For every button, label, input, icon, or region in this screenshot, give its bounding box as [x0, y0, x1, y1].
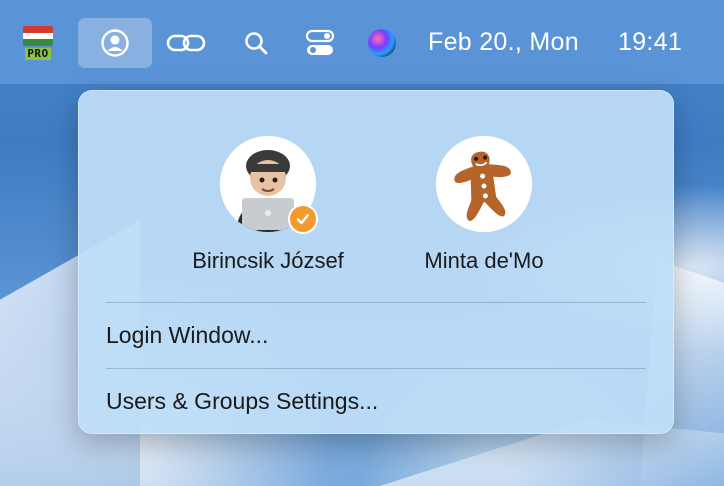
search-icon	[245, 32, 268, 55]
menu-divider	[106, 368, 646, 369]
fast-user-switching-button[interactable]	[78, 18, 152, 68]
menubar-date[interactable]: Feb 20., Mon	[428, 24, 579, 60]
siri-button[interactable]	[362, 18, 402, 68]
menu-bar: PRO Feb 20., Mon 19:41	[0, 0, 724, 84]
user-switcher-popup: Birincsik József Minta de'Mo Login Windo…	[78, 90, 674, 434]
user-circle-icon	[101, 29, 129, 57]
input-source-menu[interactable]: PRO	[22, 24, 54, 62]
spotlight-button[interactable]	[236, 18, 276, 68]
user-account-1[interactable]: Birincsik József	[158, 136, 378, 274]
siri-icon	[368, 29, 396, 57]
user-name: Birincsik József	[192, 248, 344, 273]
avatar	[436, 136, 532, 232]
avatar	[220, 136, 318, 234]
link-button[interactable]	[164, 18, 208, 68]
login-window-menu-item[interactable]: Login Window...	[106, 322, 268, 349]
logged-in-checkmark-icon	[288, 204, 318, 234]
control-center-button[interactable]	[300, 18, 340, 68]
user-account-2[interactable]: Minta de'Mo	[374, 136, 594, 274]
gingerbread-man-icon	[436, 136, 532, 232]
menubar-time[interactable]: 19:41	[618, 24, 682, 60]
users-groups-settings-menu-item[interactable]: Users & Groups Settings...	[106, 388, 378, 415]
hungarian-flag-icon	[23, 26, 53, 46]
control-center-icon	[305, 29, 335, 55]
link-icon	[166, 34, 206, 52]
menu-divider	[106, 302, 646, 303]
user-name: Minta de'Mo	[424, 248, 544, 273]
flag-badge: PRO	[25, 47, 51, 60]
